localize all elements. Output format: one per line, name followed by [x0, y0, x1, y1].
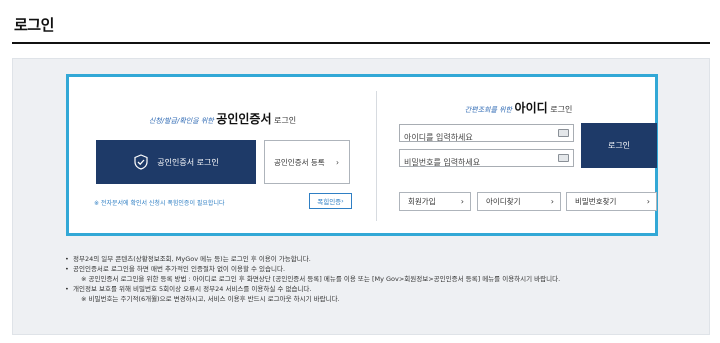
id-heading-prefix: 간편조회를 위한: [464, 106, 512, 114]
chevron-right-icon: ›: [460, 197, 464, 206]
keyboard-icon[interactable]: [558, 154, 569, 162]
password-input[interactable]: [400, 154, 573, 171]
chevron-right-icon: ›: [341, 197, 344, 205]
signup-button[interactable]: 회원가입 ›: [399, 192, 471, 211]
cert-heading-main: 공인인증서: [216, 112, 272, 126]
find-password-button[interactable]: 비밀번호찾기 ›: [566, 192, 657, 211]
notice-text: 개인정보 보호를 위해 비밀번호 5회이상 오류시 정부24 서비스를 이용하실…: [73, 285, 312, 293]
id-heading-suffix: 로그인: [550, 105, 573, 114]
signup-label: 회원가입: [408, 197, 436, 206]
chevron-right-icon: ›: [336, 157, 339, 167]
cert-register-label: 공인인증서 등록: [274, 157, 325, 167]
id-input[interactable]: [400, 129, 573, 146]
notice-subtext: ※ 비밀번호는 주기적(6개월)으로 변경하시고, 서비스 이용후 반드시 로그…: [81, 295, 340, 303]
cert-note: ※ 전자문서에 확인서 신청시 폭힘인증이 필요합니다: [94, 200, 225, 207]
id-login-button[interactable]: 로그인: [581, 123, 657, 168]
cert-register-button[interactable]: 공인인증서 등록 ›: [264, 140, 350, 184]
notice-text: 공인인증서로 로그인을 하면 매번 추가적인 인증절차 없이 이용할 수 있습니…: [73, 265, 286, 273]
joint-cert-label: 폭힘인증: [317, 198, 342, 206]
password-field: [399, 149, 574, 171]
notice-text: 정부24의 일부 콘텐츠(상황정보조회, MyGov 메뉴 등)는 로그인 후 …: [73, 255, 311, 263]
cert-login-heading: 신청/발급/확인을 위한 공인인증서 로그인: [69, 110, 376, 127]
keyboard-icon[interactable]: [558, 129, 569, 137]
cert-heading-suffix: 로그인: [274, 116, 297, 125]
cert-heading-prefix: 신청/발급/확인을 위한: [148, 117, 214, 125]
chevron-right-icon: ›: [646, 197, 650, 206]
find-password-label: 비밀번호찾기: [575, 197, 617, 206]
joint-cert-button[interactable]: 폭힘인증 ›: [309, 193, 352, 209]
notice-item: 개인정보 보호를 위해 비밀번호 5회이상 오류시 정부24 서비스를 이용하실…: [65, 284, 705, 304]
notice-subtext: ※ 공인인증서 로그인을 위한 등록 방법 : 아이디로 로그인 후 화면상단 …: [81, 275, 561, 283]
id-heading-main: 아이디: [514, 101, 548, 115]
page-title: 로그인: [14, 16, 54, 34]
cert-login-button[interactable]: 공인인증서 로그인: [96, 140, 256, 184]
id-field: [399, 124, 574, 146]
find-id-button[interactable]: 아이디찾기 ›: [477, 192, 561, 211]
cert-login-label: 공인인증서 로그인: [157, 157, 219, 167]
shield-check-icon: [134, 154, 148, 170]
notice-item: 공인인증서로 로그인을 하면 매번 추가적인 인증절차 없이 이용할 수 있습니…: [65, 264, 705, 284]
id-login-heading: 간편조회를 위한 아이디 로그인: [376, 99, 661, 116]
find-id-label: 아이디찾기: [486, 197, 521, 206]
login-content-area: 신청/발급/확인을 위한 공인인증서 로그인 공인인증서 로그인 공인인증서 등…: [12, 58, 710, 335]
notice-list: 정부24의 일부 콘텐츠(상황정보조회, MyGov 메뉴 등)는 로그인 후 …: [65, 254, 705, 304]
title-divider: [12, 42, 710, 44]
notice-item: 정부24의 일부 콘텐츠(상황정보조회, MyGov 메뉴 등)는 로그인 후 …: [65, 254, 705, 264]
login-panel: 신청/발급/확인을 위한 공인인증서 로그인 공인인증서 로그인 공인인증서 등…: [66, 74, 658, 236]
chevron-right-icon: ›: [550, 197, 554, 206]
